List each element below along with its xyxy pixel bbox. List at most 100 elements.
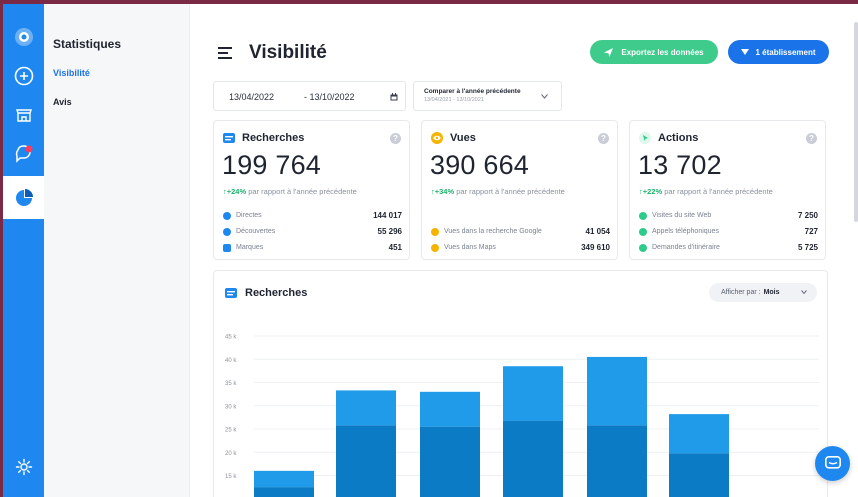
metric-row: Appels téléphoniques 727 bbox=[639, 227, 818, 236]
sub-navigation: Statistiques Visibilité Avis bbox=[44, 4, 190, 497]
delta-value: +34% bbox=[434, 187, 455, 196]
card-title: Actions bbox=[658, 132, 699, 144]
metric-label: Directes bbox=[236, 212, 262, 219]
card-delta: ↑+34% par rapport à l'année précédente bbox=[431, 187, 565, 196]
hamburger-menu-icon[interactable] bbox=[218, 46, 234, 64]
card-title: Vues bbox=[450, 132, 476, 144]
metric-value: 5 725 bbox=[797, 243, 818, 252]
settings-icon[interactable] bbox=[13, 456, 34, 477]
establishments-button[interactable]: 1 établissement bbox=[728, 40, 829, 64]
bar-segment-top[interactable] bbox=[420, 391, 480, 427]
metric-row: Marques 451 bbox=[223, 243, 402, 252]
cursor-icon bbox=[639, 132, 651, 144]
send-icon bbox=[604, 47, 614, 57]
metric-row: Visites du site Web 7 250 bbox=[639, 211, 818, 220]
bar-segment-base[interactable] bbox=[254, 487, 314, 497]
bar-segment-base[interactable] bbox=[503, 420, 563, 497]
bar-segment-base[interactable] bbox=[420, 426, 480, 497]
delta-text: par rapport à l'année précédente bbox=[454, 187, 565, 196]
card-total: 199 764 bbox=[222, 150, 321, 180]
bar-segment-top[interactable] bbox=[669, 414, 729, 454]
chart-card-recherches: Recherches Afficher par : Mois 45 k 40 k3… bbox=[213, 270, 828, 497]
export-button-label: Exportez les données bbox=[621, 47, 704, 57]
help-icon[interactable]: ? bbox=[806, 133, 817, 144]
compare-range: 13/04/2021 - 13/10/2021 bbox=[424, 97, 484, 103]
bar-segment-top[interactable] bbox=[503, 366, 563, 421]
metric-label: Découvertes bbox=[236, 228, 276, 235]
calendar-icon[interactable] bbox=[390, 93, 398, 101]
compare-dropdown[interactable]: Comparer à l'année précédente 13/04/2021… bbox=[413, 81, 562, 111]
bar-segment-top[interactable] bbox=[254, 470, 314, 488]
target-icon bbox=[223, 211, 231, 220]
main-content: Visibilité Exportez les données 1 établi… bbox=[191, 4, 858, 497]
date-range-picker[interactable]: 13/04/2022 - 13/10/2022 bbox=[213, 81, 406, 111]
date-end[interactable]: - 13/10/2022 bbox=[304, 92, 355, 102]
eye-icon bbox=[431, 132, 443, 144]
phone-icon bbox=[639, 227, 647, 236]
statistics-icon[interactable] bbox=[13, 187, 34, 208]
bar-segment-top[interactable] bbox=[587, 356, 647, 426]
metric-label: Vues dans la recherche Google bbox=[444, 228, 542, 235]
help-icon[interactable]: ? bbox=[598, 133, 609, 144]
search-magnifier-icon bbox=[431, 227, 439, 236]
bar-segment-top[interactable] bbox=[336, 390, 396, 426]
chat-launcher-button[interactable] bbox=[815, 446, 850, 481]
card-delta: ↑+24% par rapport à l'année précédente bbox=[223, 187, 357, 196]
messages-icon[interactable] bbox=[13, 143, 34, 164]
y-tick-label: 40 k bbox=[225, 358, 237, 364]
metric-value: 55 296 bbox=[377, 227, 402, 236]
metric-row: Vues dans la recherche Google 41 054 bbox=[431, 227, 610, 236]
y-tick-label: 35 k bbox=[225, 381, 237, 387]
caret-down-icon bbox=[741, 49, 750, 55]
bar-segment-base[interactable] bbox=[336, 425, 396, 497]
card-delta: ↑+22% par rapport à l'année précédente bbox=[639, 187, 773, 196]
help-icon[interactable]: ? bbox=[390, 133, 401, 144]
store-icon[interactable] bbox=[13, 104, 34, 125]
map-pin-icon bbox=[431, 243, 439, 252]
bar-segment-base[interactable] bbox=[669, 453, 729, 497]
y-tick-label: 15 k bbox=[225, 474, 237, 480]
bar-segment-base[interactable] bbox=[587, 425, 647, 497]
delta-value: +22% bbox=[642, 187, 663, 196]
logo-icon[interactable] bbox=[13, 26, 34, 47]
metric-value: 451 bbox=[388, 243, 402, 252]
metric-value: 41 054 bbox=[585, 227, 610, 236]
chat-icon bbox=[824, 456, 841, 469]
window-frame-left bbox=[0, 0, 3, 497]
subnav-item-visibilite[interactable]: Visibilité bbox=[53, 68, 90, 78]
establishments-button-label: 1 établissement bbox=[755, 47, 816, 57]
metric-label: Appels téléphoniques bbox=[652, 228, 719, 235]
searches-bar-chart: 45 k40 k35 k30 k25 k20 k15 k10 k bbox=[225, 335, 819, 497]
export-data-button[interactable]: Exportez les données bbox=[590, 40, 718, 64]
page-title: Visibilité bbox=[249, 42, 327, 63]
metric-value: 7 250 bbox=[797, 211, 818, 220]
page-scrollbar[interactable] bbox=[854, 22, 858, 222]
heart-icon bbox=[223, 243, 231, 252]
subnav-title: Statistiques bbox=[53, 37, 122, 51]
metric-label: Vues dans Maps bbox=[444, 244, 496, 251]
chevron-down-icon bbox=[541, 94, 548, 99]
window-frame-top bbox=[0, 0, 858, 4]
globe-icon bbox=[639, 211, 647, 220]
delta-value: +24% bbox=[226, 187, 247, 196]
icon-rail bbox=[3, 4, 44, 497]
card-total: 13 702 bbox=[638, 150, 722, 180]
bolt-icon bbox=[223, 227, 231, 236]
card-header: Vues bbox=[431, 132, 476, 144]
metric-row: Directes 144 017 bbox=[223, 211, 402, 220]
delta-text: par rapport à l'année précédente bbox=[662, 187, 773, 196]
metric-label: Demandes d'itinéraire bbox=[652, 244, 720, 251]
metric-value: 144 017 bbox=[373, 211, 402, 220]
subnav-item-avis[interactable]: Avis bbox=[53, 97, 72, 107]
metric-label: Visites du site Web bbox=[652, 212, 712, 219]
metric-label: Marques bbox=[236, 244, 264, 251]
date-start[interactable]: 13/04/2022 bbox=[229, 92, 274, 102]
metric-row: Découvertes 55 296 bbox=[223, 227, 402, 236]
y-tick-label: 20 k bbox=[225, 451, 237, 457]
add-icon[interactable] bbox=[13, 65, 34, 86]
metric-row: Demandes d'itinéraire 5 725 bbox=[639, 243, 818, 252]
compare-title: Comparer à l'année précédente bbox=[424, 88, 521, 95]
card-recherches: Recherches ? 199 764 ↑+24% par rapport à… bbox=[213, 120, 410, 260]
y-tick-label: 45 k bbox=[225, 335, 237, 341]
delta-text: par rapport à l'année précédente bbox=[246, 187, 357, 196]
